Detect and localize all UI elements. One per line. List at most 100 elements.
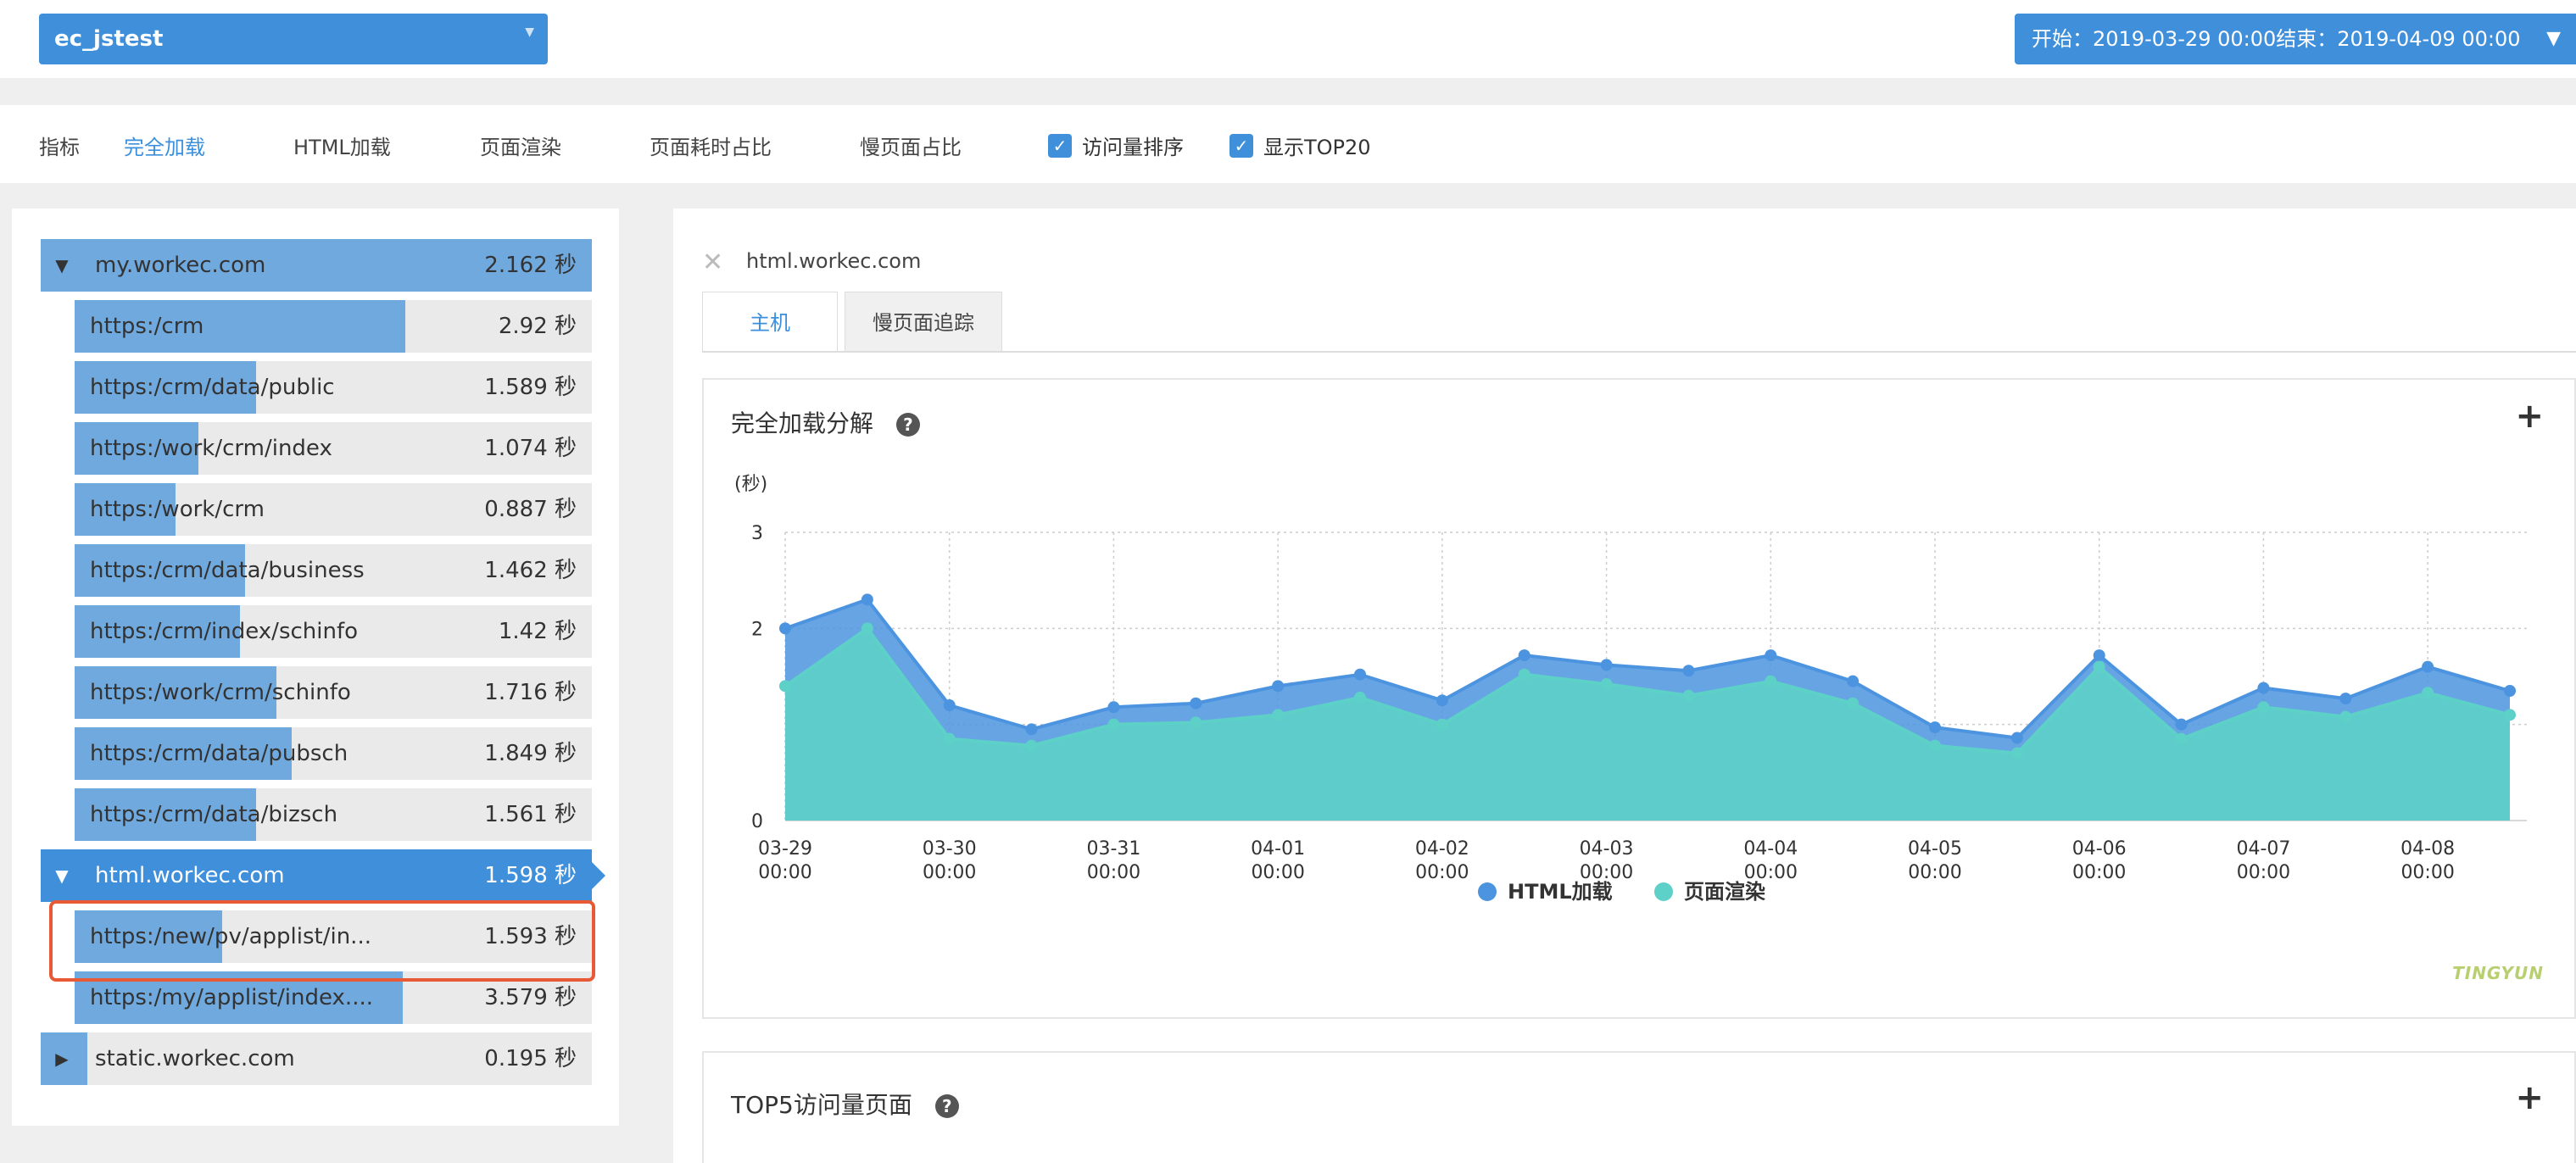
time-range-picker[interactable]: 开始：2019-03-29 00:00结束：2019-04-09 00:00 ▼ <box>2015 14 2576 64</box>
tree-item[interactable]: https:/work/crm/schinfo 1.716 秒 <box>75 666 592 719</box>
tree-row-label: https:/work/crm/schinfo <box>90 680 351 705</box>
data-point <box>2339 693 2352 705</box>
data-point <box>2093 649 2105 662</box>
legend-marker <box>1478 882 1497 901</box>
x-tick-label: 04-04 <box>1743 838 1798 860</box>
expand-plus-icon[interactable]: + <box>2515 1078 2544 1117</box>
help-icon[interactable]: ? <box>934 1094 959 1118</box>
tree-domain-my-workec[interactable]: ▼ my.workec.com 2.162 秒 <box>41 239 592 292</box>
checkmark-icon: ✓ <box>1229 133 1253 158</box>
y-tick-label: 0 <box>751 811 763 832</box>
x-tick-label: 04-03 <box>1580 838 1634 860</box>
checkbox-sort-by-visits[interactable]: ✓ 访问量排序 <box>1048 131 1184 160</box>
data-point <box>1518 649 1531 662</box>
tab-time-ratio[interactable]: 页面耗时占比 <box>650 131 772 160</box>
chart-card: 完全加载分解 ? + (秒) 03-29 00:00 03-30 00:00 03-31… <box>702 378 2576 1019</box>
data-point <box>2010 732 2023 744</box>
tree-row-label: https:/crm <box>90 314 204 339</box>
app-selector[interactable]: ec_jstest ▼ <box>39 14 548 64</box>
data-point <box>1847 675 1860 687</box>
tab-divider <box>702 351 2576 353</box>
x-tick-label: 03-30 <box>923 838 977 860</box>
tab-slow-page-trace[interactable]: 慢页面追踪 <box>845 292 1002 353</box>
tree-domain-static-workec[interactable]: ▶ static.workec.com 0.195 秒 <box>41 1032 592 1085</box>
data-point <box>1600 659 1613 671</box>
tree-row-label: https:/crm/index/schinfo <box>90 619 359 644</box>
tree-domain-html-workec[interactable]: ▼ html.workec.com 1.598 秒 <box>41 849 605 902</box>
data-point <box>1354 668 1366 681</box>
watermark: TINGYUN <box>2452 963 2544 983</box>
area-chart: (秒) 03-2900:0003-3000:0003-3100:0004-010… <box>734 474 2527 904</box>
caret-down-icon[interactable]: ▼ <box>41 849 83 902</box>
tab-full-load[interactable]: 完全加载 <box>124 131 205 160</box>
chart-card-title: 完全加载分解 ? <box>731 405 920 439</box>
tree-row-label: https:/work/crm/index <box>90 436 332 461</box>
tree-item[interactable]: https:/crm/data/pubsch 1.849 秒 <box>75 727 592 780</box>
data-point <box>861 622 873 635</box>
tree-row-value: 1.716 秒 <box>484 680 577 705</box>
tree-row-label: https:/crm/data/business <box>90 558 365 583</box>
data-point <box>1025 723 1038 736</box>
tree-item[interactable]: https:/crm/index/schinfo 1.42 秒 <box>75 605 592 658</box>
data-point <box>2257 701 2270 714</box>
host-tree-panel: ▼ my.workec.com 2.162 秒 https:/crm 2.92 … <box>12 209 619 1126</box>
data-point <box>2422 687 2434 699</box>
tree-row-value: 2.92 秒 <box>498 314 577 339</box>
tree-item[interactable]: https:/work/crm/index 1.074 秒 <box>75 422 592 475</box>
data-point <box>1107 718 1120 731</box>
y-tick-label: 3 <box>751 523 763 544</box>
tab-html-load[interactable]: HTML加载 <box>293 131 391 160</box>
app-selector-label: ec_jstest <box>54 26 164 52</box>
data-point <box>1190 697 1202 709</box>
tab-host[interactable]: 主机 <box>702 292 838 353</box>
x-tick-label: 00:00 <box>2237 862 2290 883</box>
data-point <box>2010 747 2023 760</box>
caret-down-icon[interactable]: ▼ <box>41 239 83 292</box>
expand-plus-icon[interactable]: + <box>2515 397 2544 436</box>
chevron-down-icon: ▼ <box>2546 28 2561 49</box>
data-point <box>1518 668 1531 681</box>
data-point <box>861 593 873 606</box>
y-axis-ticks: 0 2 3 <box>751 523 763 832</box>
data-point <box>1025 739 1038 752</box>
chevron-down-icon: ▼ <box>525 25 534 39</box>
tab-page-render[interactable]: 页面渲染 <box>480 131 561 160</box>
tree-item[interactable]: https:/crm/data/business 1.462 秒 <box>75 544 592 597</box>
x-tick-label: 00:00 <box>923 862 976 883</box>
y-axis-label: (秒) <box>734 474 767 495</box>
chart-card-title-text: 完全加载分解 <box>731 409 874 437</box>
tree-row-label: static.workec.com <box>95 1046 295 1071</box>
tree-row-value: 1.598 秒 <box>484 863 577 888</box>
data-point <box>2093 660 2105 673</box>
tree-row-label: my.workec.com <box>95 253 266 278</box>
legend-label: 页面渲染 <box>1684 880 1765 904</box>
metric-label: 指标 <box>39 136 80 159</box>
help-icon[interactable]: ? <box>895 413 920 437</box>
x-tick-label: 03-31 <box>1086 838 1140 860</box>
tree-item[interactable]: https:/crm/data/bizsch 1.561 秒 <box>75 788 592 841</box>
x-tick-label: 00:00 <box>1415 862 1469 883</box>
data-point <box>779 680 791 693</box>
data-point <box>2175 732 2188 745</box>
data-point <box>1682 689 1695 702</box>
tree-item[interactable]: https:/crm 2.92 秒 <box>75 300 592 353</box>
chart-legend: HTML加载 页面渲染 <box>1478 880 1765 904</box>
checkbox-label: 访问量排序 <box>1082 136 1184 159</box>
tree-row-value: 2.162 秒 <box>484 253 577 278</box>
tree-row-label: https:/crm/data/public <box>90 375 335 400</box>
data-point <box>1107 701 1120 714</box>
tab-slow-page-ratio[interactable]: 慢页面占比 <box>860 131 962 160</box>
checkbox-show-top20[interactable]: ✓ 显示TOP20 <box>1229 131 1371 160</box>
close-icon[interactable]: ✕ <box>702 248 723 277</box>
data-point <box>1600 678 1613 691</box>
tree-row-value: 1.074 秒 <box>484 436 577 461</box>
data-point <box>1272 680 1285 693</box>
tree-item[interactable]: https:/crm/data/public 1.589 秒 <box>75 361 592 414</box>
highlight-annotation <box>49 900 595 982</box>
data-point <box>1190 716 1202 729</box>
tree-item[interactable]: https:/work/crm 0.887 秒 <box>75 483 592 536</box>
tree-row-value: 0.887 秒 <box>484 497 577 522</box>
data-point <box>1929 721 1941 734</box>
caret-right-icon[interactable]: ▶ <box>41 1032 83 1085</box>
detail-panel: ✕ html.workec.com 主机 慢页面追踪 完全加载分解 ? + (秒… <box>673 209 2576 1163</box>
